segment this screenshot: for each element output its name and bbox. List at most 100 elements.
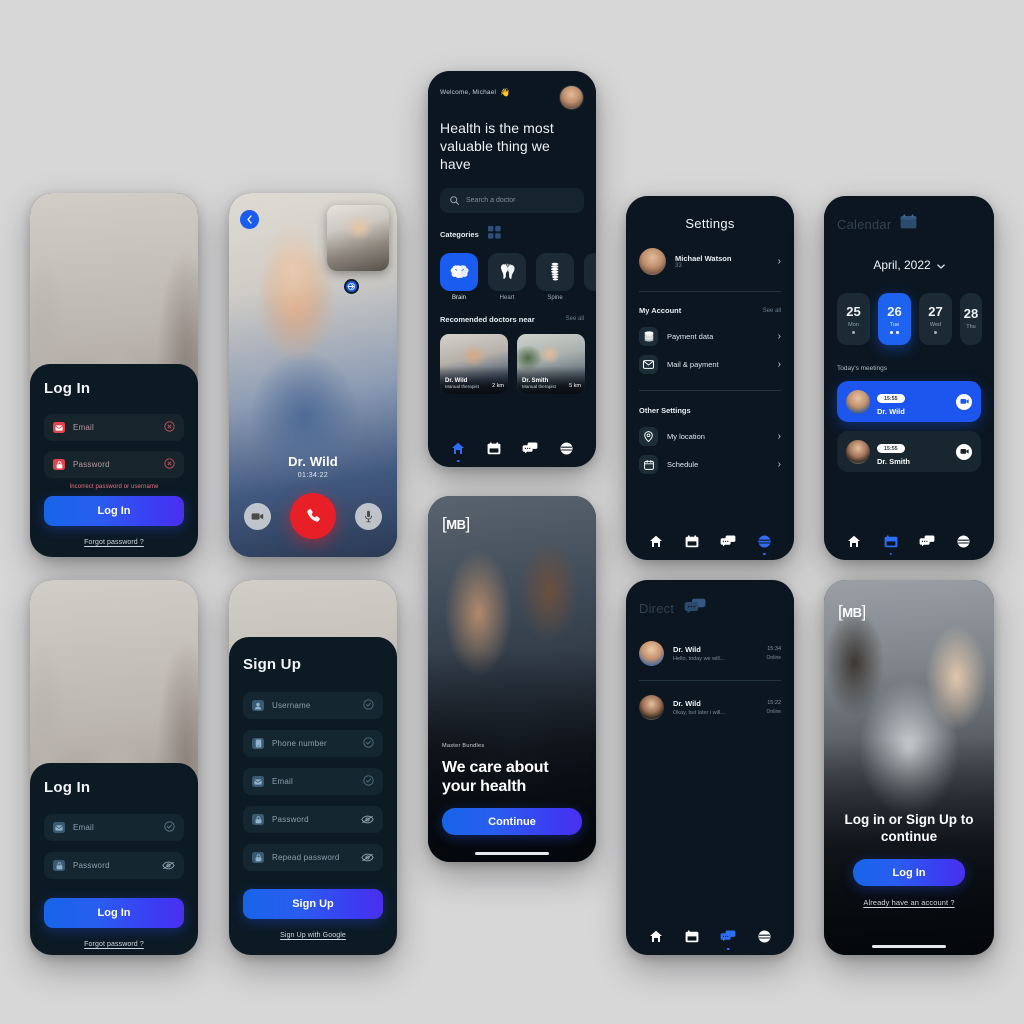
nav-messages[interactable] [717,926,739,950]
chat-thread[interactable]: Dr. Wild Okay, but later i will... 15:22… [639,695,781,720]
chat-thread[interactable]: Dr. Wild Hello, today we will... 15:34 O… [639,641,781,666]
nav-home[interactable] [843,531,865,551]
forgot-password-link[interactable]: Forgot password ? [44,539,184,546]
password-field[interactable]: Password [243,806,383,833]
email-field[interactable]: Email [44,414,184,441]
email-field[interactable]: Email [243,768,383,795]
password-field[interactable]: Password [44,852,184,879]
self-video-preview[interactable] [327,205,389,271]
doctor-distance: 5 km [569,382,581,389]
settings-item-payment-data[interactable]: Payment data › [639,327,781,346]
section-my-account: My Account [639,306,682,315]
clear-icon[interactable] [164,456,175,474]
nav-profile[interactable] [555,438,577,458]
page-headline: Health is the most valuable thing we hav… [440,120,554,172]
nav-calendar[interactable] [483,438,505,458]
settings-item-label: Schedule [667,460,699,469]
avatar[interactable] [559,85,584,110]
doctor-role: Manual therapist [522,383,556,389]
avatar [846,439,870,464]
search-input[interactable]: Search a doctor [440,187,584,213]
doctor-card[interactable]: Dr. Smith Manual therapist 5 km [517,333,585,394]
day-cell[interactable]: 28 Thu [960,293,982,345]
day-cell-selected[interactable]: 26 Tue [878,293,911,345]
login-button[interactable]: Log In [853,859,965,886]
see-all-link[interactable]: See all [566,316,584,322]
avatar [639,695,664,720]
day-weekday: Mon [848,322,859,328]
calendar-icon [884,534,898,547]
home-icon [848,535,861,547]
forgot-password-link[interactable]: Forgot password ? [44,941,184,948]
join-call-button[interactable] [956,443,972,460]
see-all-link[interactable]: See all [763,308,781,314]
existing-account-link[interactable]: Already have an account ? [824,898,994,907]
nav-home[interactable] [645,531,667,551]
password-field[interactable]: Password [44,451,184,478]
category-heart[interactable]: Heart [488,252,526,301]
nav-calendar[interactable] [681,531,703,551]
settings-item-my-location[interactable]: My location › [639,427,781,446]
nav-profile[interactable] [753,926,775,946]
toggle-video-button[interactable] [244,502,271,530]
thread-preview: Okay, but later i will... [673,710,725,716]
home-indicator [872,945,946,948]
join-call-button[interactable] [956,393,972,410]
meeting-card[interactable]: 15:55 Dr. Smith [837,431,981,472]
hangup-button[interactable] [290,493,336,539]
nav-home[interactable] [447,438,469,462]
toggle-mic-button[interactable] [355,502,382,530]
calendar-icon [685,534,699,547]
nav-messages[interactable] [519,438,541,458]
app-logo: [MB] [442,514,470,533]
signup-google-link[interactable]: Sign Up with Google [243,932,383,939]
login-button[interactable]: Log In [44,496,184,526]
login-button[interactable]: Log In [44,898,184,928]
repeat-password-field[interactable]: Repead password [243,844,383,871]
eye-off-icon[interactable] [361,849,374,867]
day-cell[interactable]: 27 Wed [919,293,952,345]
chevron-down-icon[interactable] [936,256,945,274]
thread-time: 15:22 [767,700,781,706]
signup-button[interactable]: Sign Up [243,889,383,919]
nav-home[interactable] [645,926,667,946]
switch-camera-button[interactable] [344,279,359,294]
phone-field[interactable]: Phone number [243,730,383,757]
grid-icon[interactable] [487,225,501,244]
doctor-card[interactable]: Dr. Wild Manual therapist 2 km [440,333,508,394]
settings-item-schedule[interactable]: Schedule › [639,455,781,474]
screen-onboarding-care: [MB] Master Bundles We care about your h… [428,496,596,862]
eye-off-icon[interactable] [162,857,175,875]
thread-name: Dr. Wild [673,645,701,654]
category-brain[interactable]: Brain [440,252,478,301]
day-strip[interactable]: 25 Mon 26 Tue 27 Wed 28 Thu [837,293,982,345]
nav-messages[interactable] [916,531,938,551]
settings-item-mail-payment[interactable]: Mail & payment › [639,355,781,374]
screen-login-error: Log In Email Password Incorrect password… [30,193,198,557]
error-message: Incorrect password or username [69,484,159,490]
nav-profile[interactable] [953,531,975,551]
categories-label: Categories [440,230,479,240]
eye-off-icon[interactable] [361,811,374,829]
location-pin-icon [639,427,658,446]
username-field[interactable]: Username [243,692,383,719]
profile-icon [758,535,770,547]
profile-icon [560,442,572,454]
profile-row[interactable]: Michael Watson 33 › [639,248,781,275]
nav-calendar[interactable] [681,926,703,946]
nav-messages[interactable] [717,531,739,551]
category-spine[interactable]: Spine [536,252,574,301]
spine-icon [536,252,574,291]
field-placeholder: Username [272,701,311,710]
category-more[interactable] [584,252,596,301]
nav-calendar[interactable] [880,531,902,555]
video-camera-icon [251,512,264,520]
meeting-card[interactable]: 15:55 Dr. Wild [837,381,981,422]
back-button[interactable] [240,210,259,229]
nav-profile[interactable] [753,531,775,555]
email-field[interactable]: Email [44,814,184,841]
continue-button[interactable]: Continue [442,808,582,835]
clear-icon[interactable] [164,419,175,437]
day-cell[interactable]: 25 Mon [837,293,870,345]
meetings-label: Today's meetings [837,365,888,372]
